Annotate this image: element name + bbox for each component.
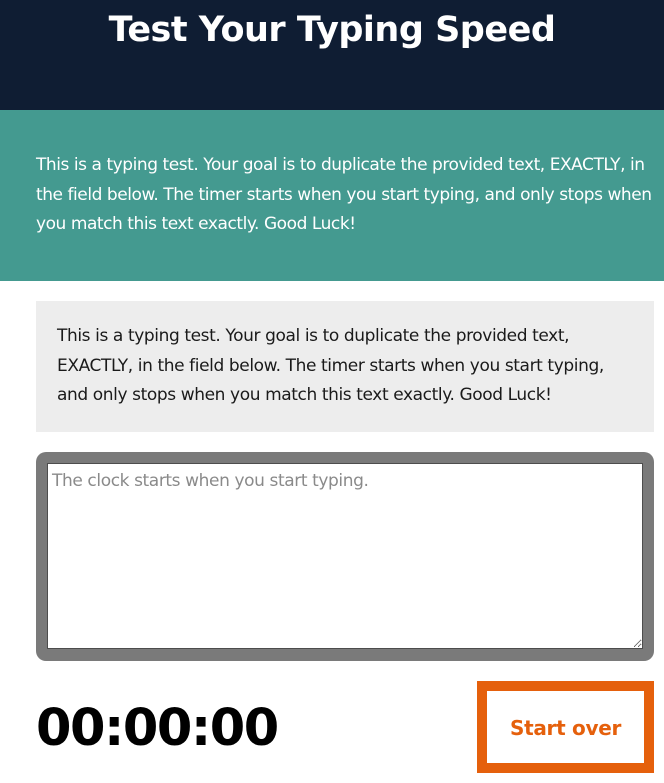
- typing-input[interactable]: [47, 463, 643, 649]
- test-input-frame: [36, 452, 654, 661]
- intro-text: This is a typing test. Your goal is to d…: [36, 155, 652, 234]
- origin-text-box: This is a typing test. Your goal is to d…: [36, 301, 654, 432]
- origin-text: This is a typing test. Your goal is to d…: [57, 326, 604, 405]
- start-over-button[interactable]: Start over: [477, 681, 654, 773]
- page-title: Test Your Typing Speed: [108, 10, 556, 50]
- intro-banner: This is a typing test. Your goal is to d…: [0, 110, 664, 281]
- page-header: Test Your Typing Speed: [0, 0, 664, 110]
- timer-display: 00:00:00: [36, 699, 279, 758]
